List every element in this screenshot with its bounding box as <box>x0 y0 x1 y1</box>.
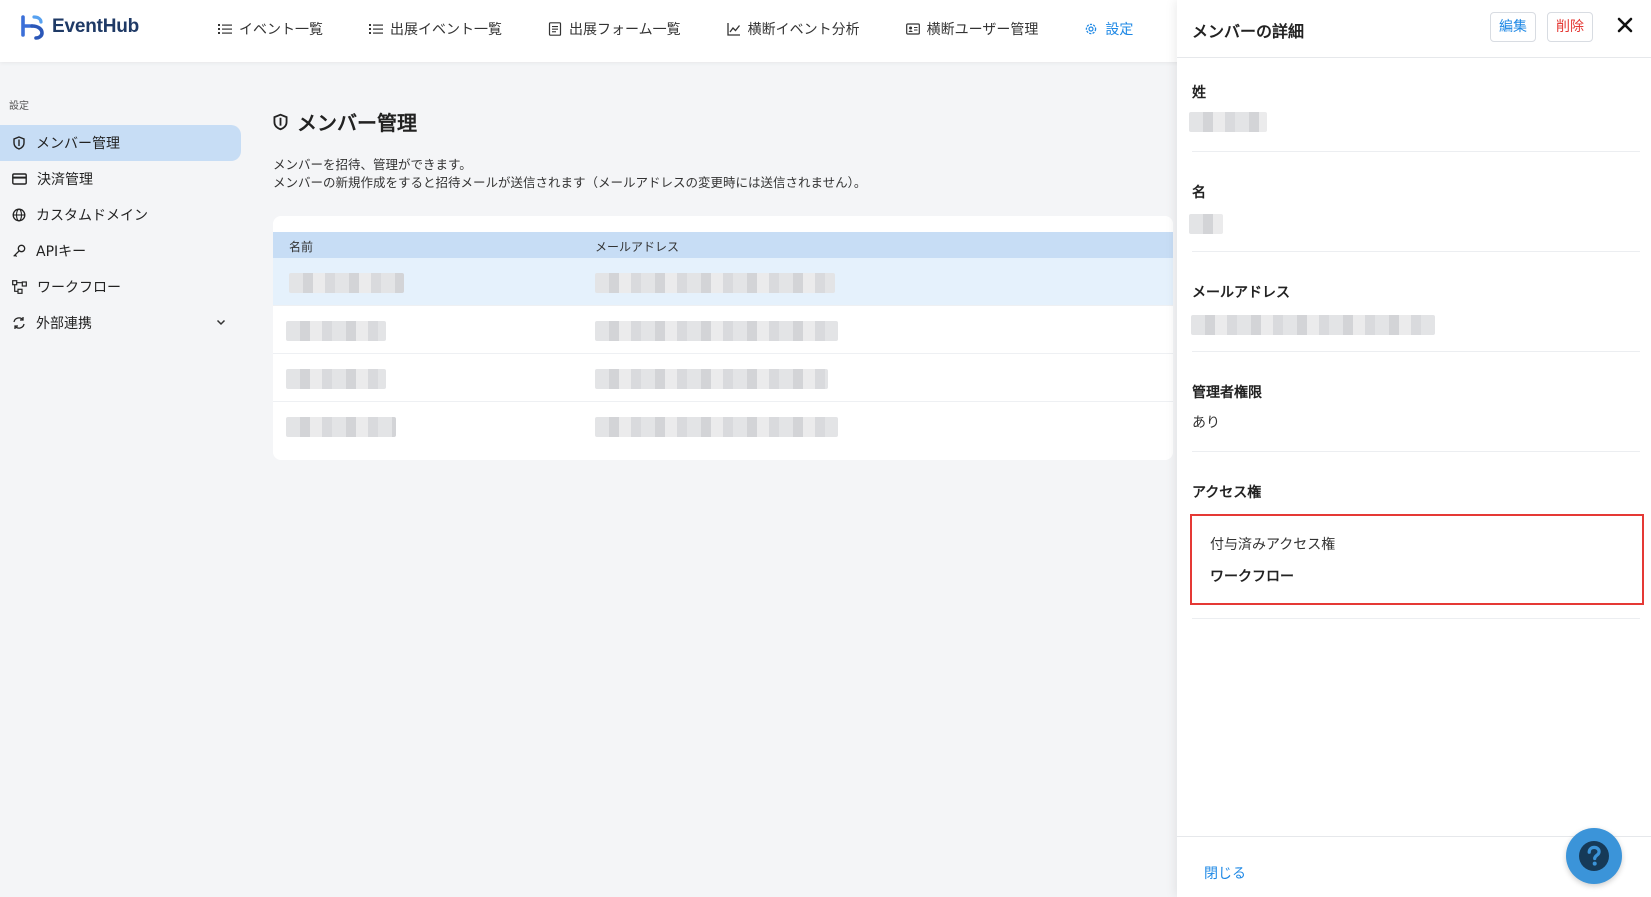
close-icon[interactable] <box>1614 14 1636 36</box>
panel-header: メンバーの詳細 編集 削除 <box>1177 0 1651 58</box>
chart-icon <box>726 23 740 36</box>
sidebar-item-custom-domain[interactable]: カスタムドメイン <box>0 197 241 233</box>
field-label: 管理者権限 <box>1192 385 1262 401</box>
table-row[interactable] <box>273 402 1173 450</box>
page-header: メンバー管理 <box>272 107 417 136</box>
nav-item-label: 横断イベント分析 <box>747 22 860 38</box>
field-first-name: 名 <box>1189 182 1640 252</box>
sidebar-item-label: 外部連携 <box>36 316 92 332</box>
sidebar-item-label: 決済管理 <box>37 172 93 188</box>
redacted-email <box>1191 315 1435 335</box>
eventhub-logo-icon <box>21 15 44 40</box>
column-header-name: 名前 <box>289 240 314 254</box>
sidebar-item-label: カスタムドメイン <box>36 208 148 224</box>
field-label: メールアドレス <box>1192 285 1290 301</box>
credit-card-icon <box>12 173 27 185</box>
nav-item-exhibit-events[interactable]: 出展イベント一覧 <box>369 19 502 39</box>
list-icon <box>369 24 383 34</box>
nav-item-cross-analytics[interactable]: 横断イベント分析 <box>726 19 860 39</box>
close-button[interactable]: 閉じる <box>1204 863 1246 883</box>
redacted-email <box>595 417 838 437</box>
sidebar-item-api-keys[interactable]: APIキー <box>0 233 241 269</box>
nav-item-label: 横断ユーザー管理 <box>926 22 1039 38</box>
chevron-down-icon[interactable] <box>215 316 227 328</box>
id-card-icon <box>905 23 920 35</box>
sidebar-item-label: APIキー <box>36 244 87 260</box>
delete-button[interactable]: 削除 <box>1547 12 1593 42</box>
redacted-name <box>286 417 396 437</box>
members-table: 名前 メールアドレス <box>273 216 1173 460</box>
sidebar-item-label: ワークフロー <box>37 280 121 296</box>
redacted-last-name <box>1189 112 1267 132</box>
page-title: メンバー管理 <box>297 111 417 135</box>
shield-icon <box>13 136 25 150</box>
sync-icon <box>13 317 25 329</box>
panel-title: メンバーの詳細 <box>1192 22 1305 41</box>
sidebar: 設定 メンバー管理 決済管理 カスタムドメイン APIキー ワークフロー 外部連… <box>0 62 245 897</box>
redacted-name <box>286 321 386 341</box>
redacted-email <box>595 273 835 293</box>
nav-item-events[interactable]: イベント一覧 <box>218 19 323 39</box>
table-row[interactable] <box>273 258 1173 306</box>
sidebar-list: メンバー管理 決済管理 カスタムドメイン APIキー ワークフロー 外部連携 <box>0 125 241 341</box>
field-email: メールアドレス <box>1191 282 1640 352</box>
field-admin: 管理者権限 あり <box>1192 382 1640 452</box>
nav-item-cross-users[interactable]: 横断ユーザー管理 <box>905 19 1039 39</box>
sidebar-item-integrations[interactable]: 外部連携 <box>0 305 241 341</box>
nav-item-label: 出展フォーム一覧 <box>569 22 681 38</box>
sidebar-item-payments[interactable]: 決済管理 <box>0 161 241 197</box>
field-label: アクセス権 <box>1192 485 1262 501</box>
key-icon <box>13 244 26 258</box>
page-description: メンバーを招待、管理ができます。 メンバーの新規作成をすると招待メールが送信され… <box>273 156 866 192</box>
sidebar-item-workflow[interactable]: ワークフロー <box>0 269 241 305</box>
field-value: あり <box>1192 415 1220 431</box>
table-row[interactable] <box>273 354 1173 402</box>
column-header-email: メールアドレス <box>595 240 680 254</box>
nav-item-label: イベント一覧 <box>239 22 323 38</box>
field-label: 名 <box>1192 185 1206 201</box>
workflow-icon <box>12 280 27 294</box>
help-button[interactable] <box>1566 828 1622 884</box>
sidebar-item-label: メンバー管理 <box>36 136 120 152</box>
list-icon <box>218 24 232 34</box>
description-line: メンバーの新規作成をすると招待メールが送信されます（メールアドレスの変更時には送… <box>273 175 867 190</box>
granted-access-label: 付与済みアクセス権 <box>1210 537 1336 553</box>
granted-access-box: 付与済みアクセス権 ワークフロー <box>1190 514 1644 605</box>
member-detail-panel: メンバーの詳細 編集 削除 姓 名 メールアドレス 管理者権限 あり アクセス権… <box>1177 0 1651 897</box>
description-line: メンバーを招待、管理ができます。 <box>273 157 472 172</box>
form-icon <box>548 22 562 36</box>
table-header: 名前 メールアドレス <box>273 232 1173 258</box>
nav-item-exhibit-forms[interactable]: 出展フォーム一覧 <box>548 19 681 39</box>
field-label: 姓 <box>1192 85 1206 101</box>
sidebar-item-members[interactable]: メンバー管理 <box>0 125 241 161</box>
nav-item-label: 設定 <box>1105 22 1134 38</box>
redacted-name <box>289 273 404 293</box>
table-row[interactable] <box>273 306 1173 354</box>
redacted-email <box>595 321 838 341</box>
redacted-first-name <box>1189 214 1223 234</box>
nav-item-label: 出展イベント一覧 <box>390 22 502 38</box>
nav-item-settings[interactable]: 設定 <box>1084 19 1133 39</box>
shield-icon <box>273 113 288 130</box>
gear-icon <box>1086 23 1097 35</box>
redacted-email <box>595 369 828 389</box>
globe-icon <box>12 208 26 222</box>
granted-access-value: ワークフロー <box>1210 569 1294 585</box>
logo-text: EventHub <box>52 16 140 37</box>
help-icon <box>1579 841 1609 871</box>
sidebar-section-label: 設定 <box>9 101 29 112</box>
field-last-name: 姓 <box>1189 82 1640 152</box>
edit-button[interactable]: 編集 <box>1490 12 1536 42</box>
logo[interactable]: EventHub <box>20 14 139 40</box>
redacted-name <box>286 369 386 389</box>
main-nav: イベント一覧 出展イベント一覧 出展フォーム一覧 横断イベント分析 横断ユーザー… <box>218 0 1179 58</box>
